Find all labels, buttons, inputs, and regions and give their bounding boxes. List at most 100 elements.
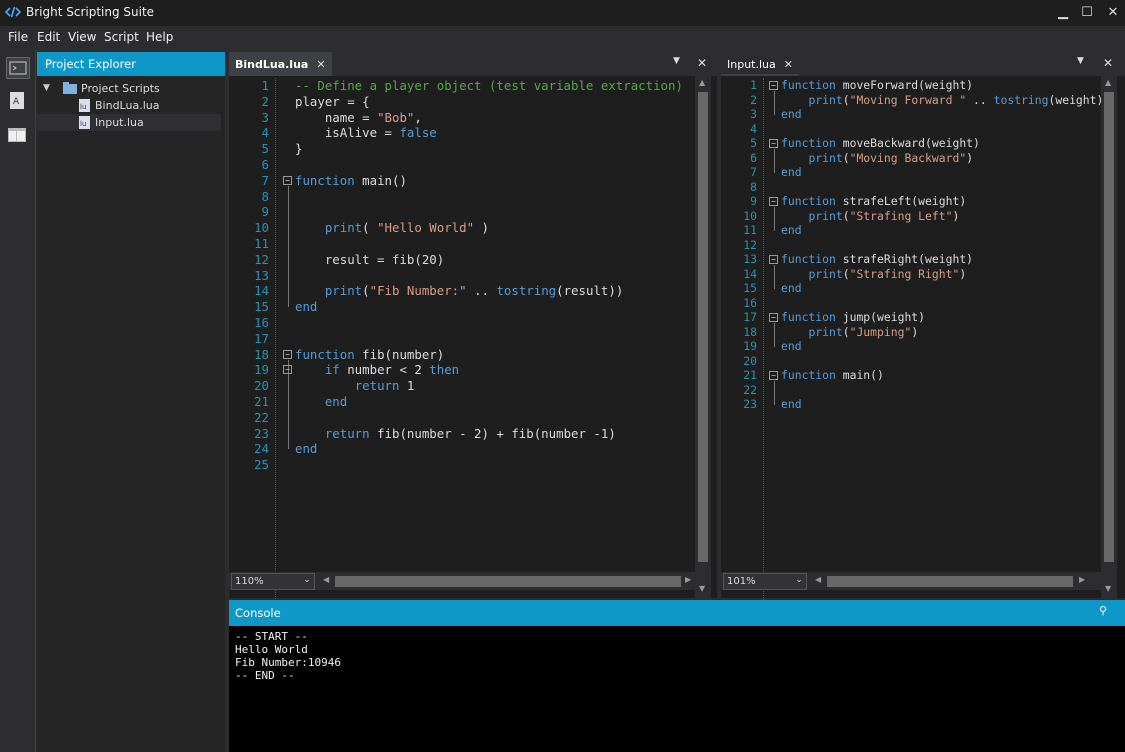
line-number: 19	[743, 339, 757, 353]
fold-guide	[774, 207, 775, 231]
fold-guide	[774, 91, 775, 115]
fold-toggle-icon[interactable]: −	[769, 313, 778, 322]
vertical-scrollbar[interactable]: ▲ ▼	[695, 76, 711, 598]
editor-status-bar: 110% ⌄ ◀ ▶	[229, 572, 695, 590]
chevron-down-icon[interactable]: ▼	[43, 80, 50, 97]
fold-toggle-icon[interactable]: −	[283, 349, 292, 359]
tree-label: Input.lua	[95, 116, 144, 129]
code-line: print("Fib Number:" .. tostring(result))	[324, 283, 624, 299]
tree-root-project-scripts[interactable]: ▼ Project Scripts	[37, 80, 221, 97]
code-line: end	[324, 394, 348, 409]
fold-toggle-icon[interactable]: −	[769, 197, 778, 206]
line-number: 18	[743, 324, 757, 339]
fold-toggle-icon[interactable]: −	[769, 139, 778, 148]
menu-script[interactable]: Script	[104, 30, 139, 44]
line-number: 9	[261, 204, 269, 220]
menu-view[interactable]: View	[68, 30, 96, 44]
pin-icon[interactable]: ⚲	[1099, 604, 1107, 617]
line-number: 24	[254, 441, 269, 457]
code-line: print("Moving Backward")	[808, 150, 974, 165]
tab-input[interactable]: Input.lua ✕	[721, 52, 799, 76]
code-line: function moveForward(weight)	[781, 78, 974, 92]
fold-toggle-icon[interactable]: −	[283, 365, 292, 375]
code-line: result = fib(20)	[295, 251, 445, 267]
menu-edit[interactable]: Edit	[37, 30, 60, 44]
fold-toggle-icon[interactable]: −	[283, 175, 292, 185]
horizontal-scroll-thumb[interactable]	[827, 576, 1073, 587]
code-line: function fib(number)	[295, 346, 445, 362]
scroll-right-icon[interactable]: ▶	[685, 575, 691, 584]
fold-guide	[774, 149, 775, 173]
console-line: -- START --	[235, 630, 308, 643]
line-number: 8	[750, 179, 757, 194]
line-number: 11	[254, 236, 269, 251]
scroll-up-icon[interactable]: ▲	[1105, 78, 1111, 87]
code-line: function strafeRight(weight)	[781, 252, 974, 266]
scroll-thumb[interactable]	[698, 92, 708, 562]
menu-help[interactable]: Help	[146, 30, 173, 44]
tree-item-input[interactable]: lu Input.lua	[37, 114, 221, 131]
fold-toggle-icon[interactable]: −	[769, 81, 778, 90]
chevron-down-icon[interactable]: ⌄	[791, 572, 807, 589]
console-title: Console	[235, 606, 281, 620]
code-line: print("Strafing Right")	[808, 266, 967, 281]
scroll-thumb[interactable]	[1104, 92, 1114, 562]
menu-bar: File Edit View Script Help	[0, 26, 1125, 50]
scroll-down-icon[interactable]: ▼	[1105, 584, 1111, 593]
menu-file[interactable]: File	[8, 30, 28, 44]
font-tool-button[interactable]: A	[6, 90, 30, 112]
line-number: 5	[261, 141, 269, 157]
console-line: Hello World	[235, 643, 308, 656]
code-line: end	[781, 397, 802, 411]
dropdown-icon[interactable]: ▼	[673, 56, 680, 66]
tab-bindlua[interactable]: BindLua.lua ✕	[229, 52, 332, 76]
fold-guide	[774, 381, 775, 405]
console-tool-button[interactable]	[6, 57, 30, 79]
dropdown-icon[interactable]: ▼	[1077, 56, 1084, 66]
close-window-button[interactable]: ✕	[1097, 0, 1125, 26]
code-line: player = {	[295, 93, 370, 109]
line-number: 7	[261, 172, 269, 188]
layout-tool-button[interactable]	[6, 124, 30, 146]
svg-text:lu: lu	[80, 103, 86, 111]
title-bar: Bright Scripting Suite ▁ ☐ ✕	[0, 0, 1125, 26]
line-number: 15	[743, 281, 757, 295]
code-line: return 1	[354, 378, 415, 394]
scroll-right-icon[interactable]: ▶	[1079, 575, 1085, 584]
vertical-scrollbar[interactable]: ▲ ▼	[1101, 76, 1117, 598]
code-line: print("Jumping")	[808, 324, 919, 339]
lua-file-icon: lu	[79, 116, 90, 129]
project-explorer-header: Project Explorer	[37, 52, 225, 76]
code-line: function main()	[781, 368, 884, 382]
code-line: -- Define a player object (test variable…	[295, 78, 683, 93]
tree-label: BindLua.lua	[95, 99, 160, 112]
scroll-up-icon[interactable]: ▲	[699, 78, 705, 87]
tab-label: BindLua.lua	[235, 58, 309, 71]
folder-icon	[63, 82, 77, 94]
scroll-left-icon[interactable]: ◀	[323, 575, 329, 584]
editor-tab-bar: BindLua.lua ✕ ▼ ✕	[229, 52, 717, 76]
code-brackets-icon	[5, 6, 21, 18]
line-number: 23	[743, 397, 757, 411]
code-line: if number < 2 then	[324, 362, 460, 378]
close-icon[interactable]: ✕	[316, 58, 325, 71]
chevron-down-icon[interactable]: ⌄	[299, 572, 315, 589]
line-number: 16	[743, 295, 757, 310]
project-explorer-panel: Project Explorer ▼ Project Scripts lu Bi…	[37, 52, 225, 752]
line-number: 20	[743, 353, 757, 368]
close-icon[interactable]: ✕	[784, 58, 793, 71]
fold-toggle-icon[interactable]: −	[769, 371, 778, 380]
line-number: 13	[743, 252, 757, 266]
code-line: return fib(number - 2) + fib(number -1)	[324, 425, 616, 441]
code-line: end	[295, 299, 318, 315]
horizontal-scroll-thumb[interactable]	[335, 576, 681, 587]
minimize-icon: ▁	[1058, 5, 1068, 20]
scroll-down-icon[interactable]: ▼	[699, 584, 705, 593]
close-icon[interactable]: ✕	[1103, 56, 1113, 70]
scroll-left-icon[interactable]: ◀	[815, 575, 821, 584]
close-icon[interactable]: ✕	[697, 56, 707, 70]
line-number: 22	[743, 382, 757, 397]
tree-item-bindlua[interactable]: lu BindLua.lua	[37, 97, 221, 114]
svg-text:A: A	[13, 97, 20, 107]
fold-toggle-icon[interactable]: −	[769, 255, 778, 264]
